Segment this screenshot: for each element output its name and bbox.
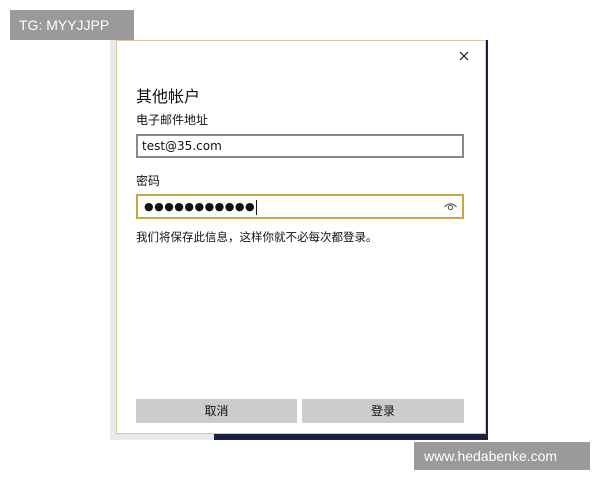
- watermark-top-left: TG: MYYJJPP: [10, 10, 134, 40]
- save-info-hint: 我们将保存此信息，这样你就不必每次都登录。: [136, 230, 378, 244]
- cancel-button[interactable]: 取消: [136, 399, 297, 423]
- text-caret: [256, 199, 258, 215]
- dialog-title: 其他帐户: [136, 87, 201, 106]
- email-label: 电子邮件地址: [136, 113, 209, 127]
- reveal-password-button[interactable]: [443, 199, 458, 214]
- email-value: test@35.com: [142, 139, 222, 153]
- sign-in-button[interactable]: 登录: [302, 399, 464, 423]
- eye-icon: [444, 203, 457, 211]
- email-input[interactable]: test@35.com: [136, 134, 464, 158]
- close-icon: [459, 51, 469, 61]
- password-label: 密码: [136, 174, 161, 188]
- screen: TG: MYYJJPP www.hedabenke.com 其他帐户 电子邮件地…: [0, 0, 600, 480]
- password-masked-text: ●●●●●●●●●●●: [144, 200, 256, 213]
- other-account-dialog: 其他帐户 电子邮件地址 test@35.com 密码 ●●●●●●●●●●● 我…: [116, 40, 486, 434]
- password-value: ●●●●●●●●●●●: [144, 199, 258, 215]
- close-button[interactable]: [455, 47, 473, 65]
- password-input[interactable]: ●●●●●●●●●●●: [136, 194, 464, 219]
- watermark-bottom-right: www.hedabenke.com: [414, 442, 590, 470]
